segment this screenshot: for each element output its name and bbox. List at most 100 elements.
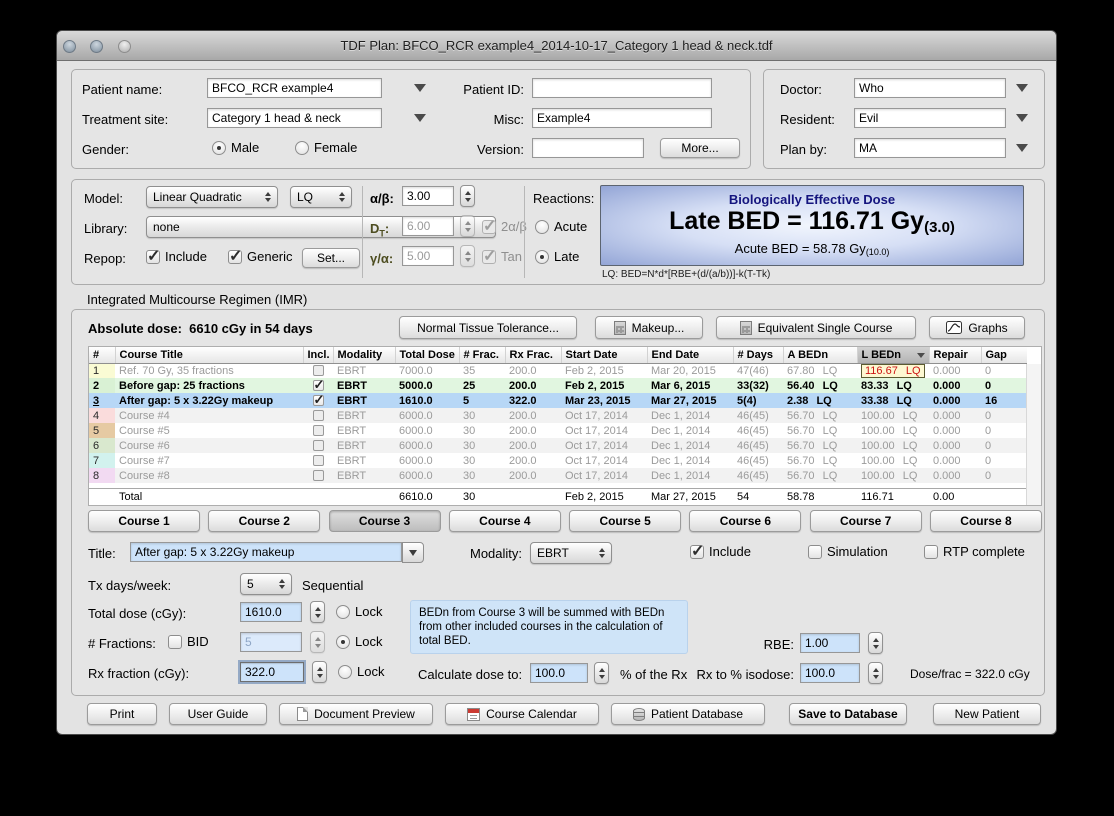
graphs-button[interactable]: Graphs <box>929 316 1025 339</box>
fractions-stepper[interactable] <box>310 631 325 653</box>
document-preview-button[interactable]: Document Preview <box>279 703 433 725</box>
course-tab-2[interactable]: Course 2 <box>208 510 321 532</box>
doctor-input[interactable] <box>854 78 1006 98</box>
patient-id-input[interactable] <box>532 78 712 98</box>
gamma-alpha-stepper[interactable] <box>460 245 475 267</box>
column-header-0[interactable]: # <box>89 347 115 364</box>
normal-tissue-tolerance-button[interactable]: Normal Tissue Tolerance... <box>399 316 577 339</box>
title-bar[interactable]: TDF Plan: BFCO_RCR example4_2014-10-17_C… <box>57 31 1056 61</box>
total-dose-input[interactable] <box>240 602 302 622</box>
row-include-checkbox[interactable] <box>312 409 324 421</box>
patient-database-button[interactable]: Patient Database <box>611 703 765 725</box>
total-dose-stepper[interactable] <box>310 601 325 623</box>
column-header-12[interactable]: Repair <box>928 347 981 364</box>
course-tab-7[interactable]: Course 7 <box>809 510 922 532</box>
plan-by-dropdown-icon[interactable] <box>1016 144 1028 152</box>
repop-include-checkbox[interactable]: Include <box>146 246 207 266</box>
column-header-8[interactable]: End Date <box>646 347 733 364</box>
makeup-button[interactable]: Makeup... <box>595 316 703 339</box>
rx-fraction-lock-radio[interactable]: Lock <box>338 664 384 679</box>
user-guide-button[interactable]: User Guide <box>169 703 267 725</box>
row-include-checkbox[interactable] <box>312 439 324 451</box>
course-row-7[interactable]: 7 Course #7 EBRT 6000.0 30 200.0 Oct 17, 2014 D… <box>89 453 1027 468</box>
bid-checkbox[interactable]: BID <box>168 634 209 649</box>
course-row-5[interactable]: 5 Course #5 EBRT 6000.0 30 200.0 Oct 17, 2014 D… <box>89 423 1027 438</box>
row-include-checkbox[interactable] <box>312 364 324 376</box>
print-button[interactable]: Print <box>87 703 157 725</box>
calc-dose-input[interactable] <box>530 663 588 683</box>
course-row-6[interactable]: 6 Course #6 EBRT 6000.0 30 200.0 Oct 17, 2014 D… <box>89 438 1027 453</box>
equivalent-single-course-button[interactable]: Equivalent Single Course <box>716 316 916 339</box>
column-header-11[interactable]: L BEDn <box>856 347 929 364</box>
tx-days-popup[interactable]: 5 <box>240 573 292 595</box>
course-tab-6[interactable]: Course 6 <box>689 510 802 532</box>
reactions-acute-radio[interactable]: Acute <box>535 219 587 234</box>
gender-female-radio[interactable]: Female <box>295 140 357 155</box>
calc-dose-stepper[interactable] <box>594 662 609 684</box>
alpha-beta-input[interactable] <box>402 186 454 206</box>
course-calendar-button[interactable]: Course Calendar <box>445 703 599 725</box>
tan-checkbox[interactable]: Tan <box>482 246 522 266</box>
column-header-5[interactable]: # Frac. <box>458 347 505 364</box>
gamma-alpha-input[interactable] <box>402 246 454 266</box>
course-row-4[interactable]: 4 Course #4 EBRT 6000.0 30 200.0 Oct 17, 2014 D… <box>89 408 1027 423</box>
column-header-10[interactable]: A BEDn <box>782 347 857 364</box>
column-header-3[interactable]: Modality <box>332 347 395 364</box>
repop-generic-checkbox[interactable]: Generic <box>228 246 293 266</box>
isodose-input[interactable] <box>800 663 860 683</box>
course-title-dropdown-button[interactable] <box>402 542 424 563</box>
column-header-1[interactable]: Course Title <box>114 347 303 364</box>
dt-input[interactable] <box>402 216 454 236</box>
treatment-site-input[interactable] <box>207 108 382 128</box>
column-header-13[interactable]: Gap <box>980 347 1027 364</box>
course-title-input[interactable] <box>130 542 402 562</box>
course-tab-1[interactable]: Course 1 <box>88 510 200 532</box>
row-include-checkbox[interactable] <box>312 454 324 466</box>
rx-fraction-stepper[interactable] <box>312 661 327 683</box>
row-include-checkbox[interactable] <box>312 424 324 436</box>
rbe-input[interactable] <box>800 633 860 653</box>
fractions-input[interactable] <box>240 632 302 652</box>
course-row-2[interactable]: 2 Before gap: 25 fractions EBRT 5000.0 25 200… <box>89 378 1027 393</box>
plan-by-input[interactable] <box>854 138 1006 158</box>
modality-popup[interactable]: EBRT <box>530 542 612 564</box>
rx-fraction-input[interactable] <box>240 662 304 682</box>
course-include-checkbox[interactable]: Include <box>690 541 751 561</box>
two-alpha-beta-checkbox[interactable]: 2α/β <box>482 216 527 236</box>
row-include-checkbox[interactable] <box>312 469 324 481</box>
model-short-popup[interactable]: LQ <box>290 186 352 208</box>
table-scrollbar[interactable] <box>1026 364 1041 505</box>
column-header-2[interactable]: Incl. <box>302 347 333 364</box>
rbe-stepper[interactable] <box>868 632 883 654</box>
new-patient-button[interactable]: New Patient <box>933 703 1041 725</box>
row-include-checkbox[interactable] <box>312 378 324 393</box>
simulation-checkbox[interactable]: Simulation <box>808 544 888 559</box>
column-header-9[interactable]: # Days <box>732 347 783 364</box>
course-tab-5[interactable]: Course 5 <box>569 510 682 532</box>
rtp-complete-checkbox[interactable]: RTP complete <box>924 544 1025 559</box>
course-row-1[interactable]: 1 Ref. 70 Gy, 35 fractions EBRT 7000.0 35 200… <box>89 363 1027 378</box>
column-header-6[interactable]: Rx Frac. <box>504 347 561 364</box>
course-tab-4[interactable]: Course 4 <box>448 510 561 532</box>
more-button[interactable]: More... <box>660 138 740 158</box>
row-include-checkbox[interactable] <box>312 393 324 408</box>
alpha-beta-stepper[interactable] <box>460 185 475 207</box>
gender-male-radio[interactable]: Male <box>212 140 259 155</box>
isodose-stepper[interactable] <box>868 662 883 684</box>
fractions-lock-radio[interactable]: Lock <box>336 634 382 649</box>
resident-input[interactable] <box>854 108 1006 128</box>
patient-name-input[interactable] <box>207 78 382 98</box>
model-popup[interactable]: Linear Quadratic <box>146 186 278 208</box>
misc-input[interactable] <box>532 108 712 128</box>
version-input[interactable] <box>532 138 644 158</box>
save-to-database-button[interactable]: Save to Database <box>789 703 907 725</box>
column-header-4[interactable]: Total Dose <box>394 347 459 364</box>
resident-dropdown-icon[interactable] <box>1016 114 1028 122</box>
course-row-8[interactable]: 8 Course #8 EBRT 6000.0 30 200.0 Oct 17, 2014 D… <box>89 468 1027 483</box>
course-tab-8[interactable]: Course 8 <box>929 510 1042 532</box>
set-button[interactable]: Set... <box>302 248 360 268</box>
column-header-7[interactable]: Start Date <box>560 347 647 364</box>
course-tab-3[interactable]: Course 3 <box>328 510 441 532</box>
reactions-late-radio[interactable]: Late <box>535 249 579 264</box>
dt-stepper[interactable] <box>460 215 475 237</box>
